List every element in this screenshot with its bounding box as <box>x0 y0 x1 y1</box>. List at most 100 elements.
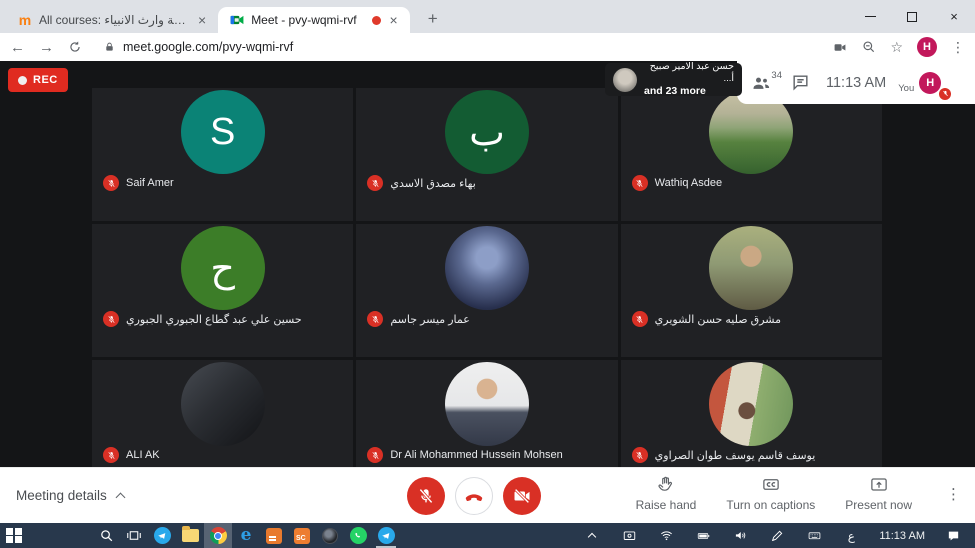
orange-app-icon[interactable] <box>260 523 288 548</box>
mic-muted-icon <box>367 447 383 463</box>
volume-icon[interactable] <box>726 523 754 548</box>
windows-taskbar: e SC ع 11:13 AM <box>0 523 975 548</box>
tab-meet[interactable]: Meet - pvy-wqmi-rvf × <box>218 7 410 33</box>
tab-title: All courses: جامعة وارث الانبياء <box>39 13 189 27</box>
participant-label: عمار ميسر جاسم <box>367 311 469 327</box>
participant-name: مشرق صليه حسن الشويري <box>655 313 781 326</box>
zoom-icon[interactable] <box>862 40 876 54</box>
camera-off-button[interactable] <box>503 477 541 515</box>
bookmark-star-icon[interactable]: ☆ <box>890 39 903 56</box>
chrome-icon[interactable] <box>204 523 232 548</box>
ink-workspace-icon[interactable] <box>763 523 791 548</box>
meet-favicon <box>230 13 244 27</box>
participant-name: ALI AK <box>126 449 160 461</box>
address-bar[interactable]: meet.google.com/pvy-wqmi-rvf <box>104 40 818 54</box>
maximize-button[interactable] <box>891 0 933 33</box>
participant-name: Wathiq Asdee <box>655 177 722 189</box>
camera-lens-icon[interactable] <box>316 523 344 548</box>
participant-avatar <box>181 362 265 446</box>
close-tab-icon[interactable]: × <box>388 13 400 27</box>
participant-tile[interactable]: Dr Ali Mohammed Hussein Mohsen <box>356 360 617 467</box>
forward-button[interactable]: → <box>39 39 54 56</box>
participant-tile[interactable]: يوسف قاسم يوسف طوان الصراوي <box>621 360 882 467</box>
browser-profile-avatar[interactable]: H <box>917 37 937 57</box>
meet-stage: REC حسن عبد الامير صبيح أ... and 23 more… <box>0 61 975 467</box>
back-button[interactable]: ← <box>10 39 25 56</box>
participant-label: Saif Amer <box>103 175 174 191</box>
tab-recording-icon <box>372 16 381 25</box>
participant-tile[interactable]: عمار ميسر جاسم <box>356 224 617 357</box>
captions-label: Turn on captions <box>726 498 815 512</box>
participant-avatar <box>445 362 529 446</box>
browser-tab-strip: m All courses: جامعة وارث الانبياء × Mee… <box>0 0 975 33</box>
participant-avatar: S <box>181 90 265 174</box>
mic-muted-icon <box>632 447 648 463</box>
file-explorer-icon[interactable] <box>176 523 204 548</box>
mic-muted-icon <box>632 175 648 191</box>
camera-in-use-icon[interactable] <box>832 41 848 54</box>
participant-label: Wathiq Asdee <box>632 175 722 191</box>
participant-name: بهاء مصدق الاسدي <box>390 177 475 190</box>
edge-icon[interactable]: e <box>232 523 260 548</box>
browser-menu-icon[interactable]: ⋮ <box>951 39 965 56</box>
start-button[interactable] <box>0 523 28 548</box>
participant-tile[interactable]: مشرق صليه حسن الشويري <box>621 224 882 357</box>
tab-moodle-courses[interactable]: m All courses: جامعة وارث الانبياء × <box>6 7 218 33</box>
captions-button[interactable]: Turn on captions <box>726 475 815 512</box>
participant-label: حسين علي عبد گطاع الجبوري الجبوري <box>103 311 302 327</box>
participant-avatar: ب <box>445 90 529 174</box>
taskbar-search-icon[interactable] <box>92 523 120 548</box>
mic-muted-icon <box>367 311 383 327</box>
toolbar-actions: ☆ H ⋮ <box>832 37 965 57</box>
participant-label: يوسف قاسم يوسف طوان الصراوي <box>632 447 816 463</box>
task-view-icon[interactable] <box>120 523 148 548</box>
present-now-button[interactable]: Present now <box>845 475 912 512</box>
participant-tile[interactable]: Wathiq Asdee <box>621 88 882 221</box>
chat-button[interactable] <box>791 73 810 92</box>
touch-keyboard-icon[interactable] <box>800 523 828 548</box>
self-view-tile[interactable]: You H <box>898 72 941 94</box>
toast-more-label: and 23 more <box>644 85 734 98</box>
action-center-icon[interactable] <box>939 523 967 548</box>
self-mic-muted-icon <box>939 88 951 100</box>
meeting-clock: 11:13 AM <box>826 75 886 91</box>
new-tab-button[interactable]: + <box>420 9 446 29</box>
url-text: meet.google.com/pvy-wqmi-rvf <box>123 40 293 54</box>
close-tab-icon[interactable]: × <box>196 13 208 27</box>
whatsapp-icon[interactable] <box>344 523 372 548</box>
reload-button[interactable] <box>68 40 82 54</box>
minimize-button[interactable] <box>849 0 891 33</box>
participant-label: Dr Ali Mohammed Hussein Mohsen <box>367 447 562 463</box>
participant-avatar <box>445 226 529 310</box>
lock-icon <box>104 41 115 53</box>
battery-icon[interactable] <box>689 523 717 548</box>
tray-expand-icon[interactable] <box>578 523 606 548</box>
telegram-desktop-icon[interactable] <box>372 523 400 548</box>
participant-tile[interactable]: ب بهاء مصدق الاسدي <box>356 88 617 221</box>
meet-top-bar: 34 11:13 AM You H <box>737 61 975 104</box>
taskbar-clock[interactable]: 11:13 AM <box>874 523 930 548</box>
more-options-icon[interactable]: ⋮ <box>942 485 965 503</box>
language-indicator[interactable]: ع <box>837 523 865 548</box>
participant-avatar <box>709 226 793 310</box>
meeting-details-button[interactable]: Meeting details <box>16 488 124 503</box>
close-window-button[interactable]: × <box>933 0 975 33</box>
mic-muted-icon <box>103 447 119 463</box>
participant-grid: S Saif Amer ب <box>92 88 882 467</box>
call-controls <box>407 477 541 515</box>
browser-toolbar: ← → meet.google.com/pvy-wqmi-rvf ☆ H ⋮ <box>0 33 975 61</box>
participant-tile[interactable]: ALI AK <box>92 360 353 467</box>
telegram-icon[interactable] <box>148 523 176 548</box>
your-phone-icon[interactable] <box>615 523 643 548</box>
participant-name: Dr Ali Mohammed Hussein Mohsen <box>390 449 562 461</box>
chevron-up-icon <box>115 492 125 502</box>
leave-call-button[interactable] <box>455 477 493 515</box>
participant-tile[interactable]: S Saif Amer <box>92 88 353 221</box>
screen-recorder-icon[interactable]: SC <box>288 523 316 548</box>
raise-hand-button[interactable]: Raise hand <box>636 475 697 512</box>
participants-button[interactable]: 34 <box>751 73 771 93</box>
participant-tile[interactable]: ح حسين علي عبد گطاع الجبوري الجبوري <box>92 224 353 357</box>
mute-mic-button[interactable] <box>407 477 445 515</box>
wifi-icon[interactable] <box>652 523 680 548</box>
tab-title: Meet - pvy-wqmi-rvf <box>251 13 356 27</box>
